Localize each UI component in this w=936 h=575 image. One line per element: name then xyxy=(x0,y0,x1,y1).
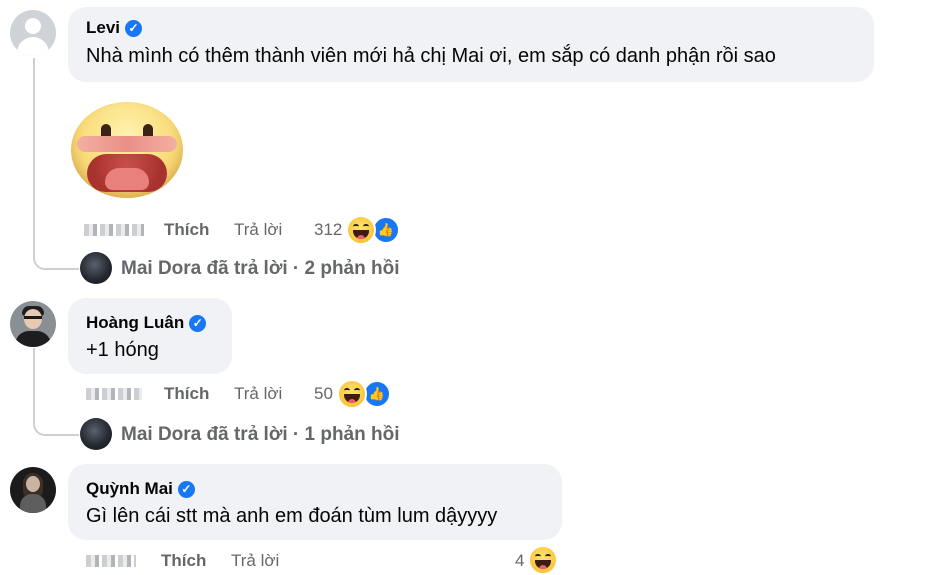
timestamp[interactable] xyxy=(84,224,144,236)
view-replies-link[interactable]: Mai Dora đã trả lời · 1 phản hồi xyxy=(121,424,400,446)
like-button[interactable]: Thích xyxy=(164,220,209,240)
avatar[interactable] xyxy=(10,301,56,347)
haha-icon[interactable] xyxy=(337,379,367,409)
commenter-name[interactable]: Hoàng Luân ✓ xyxy=(86,313,207,333)
commenter-name[interactable]: Levi ✓ xyxy=(86,18,143,38)
thread-line xyxy=(33,58,35,254)
comment-bubble xyxy=(68,464,562,540)
view-replies-link[interactable]: Mai Dora đã trả lời · 2 phản hồi xyxy=(121,258,400,280)
verified-badge-icon: ✓ xyxy=(177,481,195,498)
like-button[interactable]: Thích xyxy=(164,384,209,404)
reply-avatar[interactable] xyxy=(80,418,112,450)
like-icon[interactable]: 👍 xyxy=(372,216,400,244)
like-icon[interactable]: 👍 xyxy=(363,380,391,408)
timestamp[interactable] xyxy=(86,555,136,567)
comment-text: Nhà mình có thêm thành viên mới hả chị M… xyxy=(86,45,776,67)
comment-bubble xyxy=(68,298,232,374)
reaction-count[interactable]: 312 xyxy=(314,220,342,240)
verified-badge-icon: ✓ xyxy=(125,20,143,37)
reaction-count[interactable]: 4 xyxy=(515,551,524,571)
reply-button[interactable]: Trả lời xyxy=(231,551,279,571)
laughing-sticker-icon xyxy=(71,102,183,198)
reply-avatar[interactable] xyxy=(80,252,112,284)
thread-curve xyxy=(33,406,79,436)
reply-button[interactable]: Trả lời xyxy=(234,220,282,240)
timestamp[interactable] xyxy=(86,388,142,400)
reply-button[interactable]: Trả lời xyxy=(234,384,282,404)
comment-text: Gì lên cái stt mà anh em đoán tùm lum dậ… xyxy=(86,505,498,527)
commenter-name[interactable]: Quỳnh Mai ✓ xyxy=(86,479,195,499)
haha-icon[interactable] xyxy=(528,545,558,575)
verified-badge-icon: ✓ xyxy=(189,315,207,332)
thread-curve xyxy=(33,240,79,270)
avatar[interactable] xyxy=(10,467,56,513)
reaction-count[interactable]: 50 xyxy=(314,384,333,404)
avatar[interactable] xyxy=(10,10,56,56)
haha-icon[interactable] xyxy=(346,215,376,245)
comment-text: +1 hóng xyxy=(86,339,159,361)
like-button[interactable]: Thích xyxy=(161,551,206,571)
